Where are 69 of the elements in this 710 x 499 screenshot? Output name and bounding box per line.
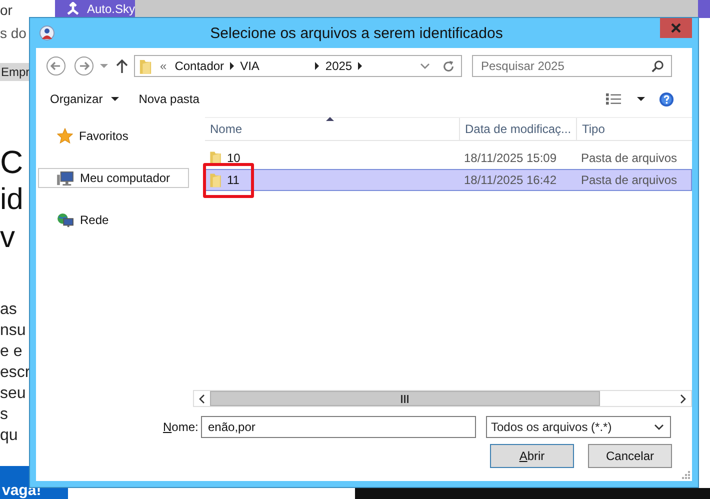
browser-tab[interactable]: Auto.Sky [55, 0, 135, 18]
overflow-mark[interactable]: « [160, 59, 167, 73]
filename-label: Nome: [163, 420, 200, 434]
body-text: s qu [0, 405, 19, 446]
chevron-icon[interactable] [358, 62, 362, 70]
refresh-icon[interactable] [442, 60, 455, 72]
page-text: s do [0, 24, 28, 43]
close-button[interactable] [660, 18, 692, 38]
date-cell-text: 18/11/2025 15:09 [463, 151, 558, 165]
file-row[interactable]: 11 18/11/2025 16:42 Pasta de arquivos [203, 169, 692, 191]
sidebar-item[interactable]: Meu computador [38, 168, 189, 188]
path-segment[interactable]: Contador [174, 59, 224, 73]
dropdown-icon [654, 424, 664, 430]
page-text: or [0, 1, 14, 20]
column-header[interactable]: Tipo [577, 118, 692, 140]
dropdown-icon[interactable] [420, 63, 430, 69]
horizontal-scrollbar[interactable] [193, 390, 692, 407]
search-icon [651, 60, 664, 73]
body-text: nsu [0, 321, 27, 341]
headline-text: v [0, 220, 16, 256]
forward-button[interactable] [74, 56, 94, 76]
resize-grip-icon[interactable] [682, 471, 690, 479]
type-cell-text: Pasta de arquivos [580, 151, 678, 165]
sidebar-item[interactable]: Rede [38, 210, 189, 230]
star-icon [57, 128, 73, 144]
path-segment[interactable]: 2025 [325, 59, 352, 73]
type-cell-text: Pasta de arquivos [580, 173, 678, 187]
back-button[interactable] [46, 56, 66, 76]
scroll-left-icon[interactable] [199, 394, 205, 404]
open-button[interactable]: Abrir [490, 444, 574, 468]
path-segment[interactable]: VIA [240, 59, 260, 73]
caret-icon[interactable] [637, 97, 645, 101]
headline-text: id [0, 182, 24, 218]
body-text: escr [0, 363, 29, 383]
dialog-title: Selecione os arquivos a serem identificados [209, 24, 504, 42]
computer-icon [57, 170, 74, 186]
organize-menu[interactable]: Organizar [50, 92, 103, 106]
chevron-icon[interactable] [315, 62, 320, 70]
file-name: 11 [227, 173, 240, 187]
file-type-dropdown[interactable]: Todos os arquivos (*.*) [486, 416, 671, 438]
chevron-icon[interactable] [230, 62, 234, 70]
body-text: e e [0, 342, 24, 362]
sort-arrow-icon [326, 117, 334, 121]
date-cell-text: 18/11/2025 16:42 [463, 173, 558, 187]
scroll-thumb[interactable] [210, 391, 600, 406]
headline-text: C [0, 143, 24, 181]
body-text: as [0, 300, 18, 320]
file-name: 10 [227, 151, 240, 165]
address-bar[interactable]: « Contador VIA 2025 [134, 55, 462, 77]
folder-icon [209, 172, 222, 188]
column-header[interactable]: Nome [205, 118, 460, 140]
folder-icon [139, 58, 152, 74]
new-folder-button[interactable]: Nova pasta [138, 92, 200, 106]
sidebar-item[interactable]: Favoritos [38, 126, 189, 146]
search-field[interactable]: Pesquisar 2025 [472, 55, 672, 77]
help-icon[interactable] [659, 92, 674, 106]
cancel-button[interactable]: Cancelar [588, 444, 672, 468]
caret-icon[interactable] [110, 97, 119, 101]
file-row[interactable]: 10 18/11/2025 15:09 Pasta de arquivos [203, 147, 692, 169]
column-header[interactable]: Data de modificaç... [460, 118, 577, 140]
close-icon [671, 23, 681, 33]
body-text: seu [0, 384, 27, 404]
arrows-icon [65, 2, 81, 16]
up-arrow-icon[interactable] [116, 59, 128, 73]
scroll-right-icon[interactable] [680, 394, 686, 404]
view-options-icon[interactable] [606, 93, 621, 105]
app-icon [39, 25, 55, 41]
network-icon [57, 212, 74, 228]
filename-field[interactable]: enão,por [201, 416, 476, 438]
